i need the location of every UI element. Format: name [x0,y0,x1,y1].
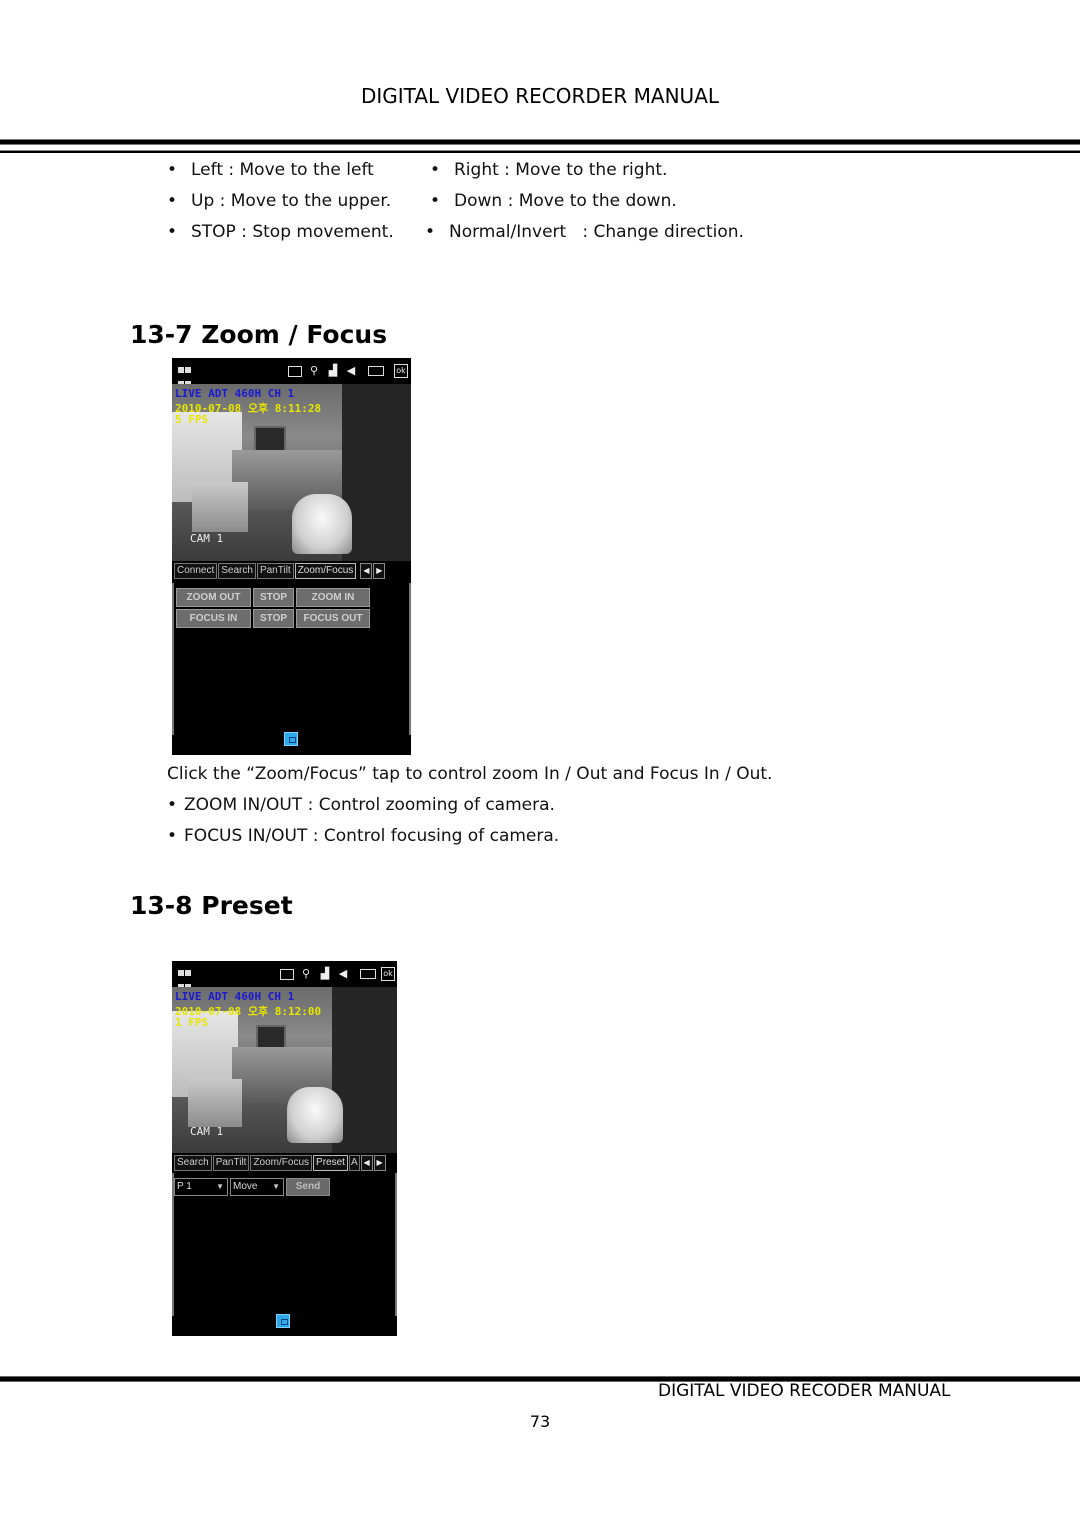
overlay-live-label: LIVE ADT 460H CH 1 [175,387,295,400]
video-box [192,482,248,532]
tab-scroll-left-icon[interactable]: ◀ [360,1155,373,1171]
frame-edge-right [409,583,411,735]
zoom-focus-screenshot: ⚲ ▟ ◀ ok LIVE ADT 460H CH 1 2010-07-08 오… [172,358,411,755]
camera-video-feed: LIVE ADT 460H CH 1 2010-07-08 오후 8:12:00… [172,987,397,1153]
header-rule-thin [0,150,1080,153]
preset-screenshot: ⚲ ▟ ◀ ok LIVE ADT 460H CH 1 2010-07-08 오… [172,961,397,1336]
bullet-down: • Down : Move to the down. [430,191,677,211]
bullet-text: Left : Move to the left [191,160,374,180]
bullet-glyph: • [167,191,178,211]
focus-bullet: • FOCUS IN/OUT : Control focusing of came… [167,826,559,846]
send-button[interactable]: Send [286,1178,330,1196]
frame-edge-right [395,1173,397,1316]
status-bar: ⚲ ▟ ◀ ok [172,961,397,990]
status-bar: ⚲ ▟ ◀ ok [172,358,411,387]
windows-start-icon [178,364,192,387]
focus-stop-button[interactable]: STOP [253,609,294,628]
tab-bar: Search PanTilt Zoom/Focus Preset A ◀ ▶ [172,1153,397,1173]
bullet-glyph: • [430,191,441,211]
overlay-live-label: LIVE ADT 460H CH 1 [175,990,295,1003]
bullet-right: • Right : Move to the right. [430,160,667,180]
preset-number-value: P 1 [177,1181,192,1192]
bullet-glyph: • [167,826,178,846]
preset-action-select[interactable]: Move ▼ [230,1178,284,1196]
bullet-glyph: • [167,160,178,180]
bullet-glyph: • [167,222,178,242]
overlay-fps: 5 FPS [175,413,209,426]
bullet-text: Up : Move to the upper. [191,191,392,211]
bullet-up: • Up : Move to the upper. [167,191,391,211]
chevron-down-icon: ▼ [272,1182,280,1191]
tab-connect[interactable]: Connect [174,563,218,579]
bullet-text: FOCUS IN/OUT : Control focusing of camer… [184,826,560,846]
tab-bar: Connect Search PanTilt Zoom/Focus ◀ ▶ [172,561,411,581]
manual-header-title: DIGITAL VIDEO RECORDER MANUAL [360,84,720,108]
tab-zoom-focus[interactable]: Zoom/Focus [250,1155,313,1171]
message-icon [280,969,294,980]
section-heading-zoom-focus: 13-7 Zoom / Focus [130,320,388,349]
volume-icon: ◀ [338,967,348,980]
battery-icon [368,366,384,376]
tab-search[interactable]: Search [174,1155,212,1171]
tab-preset[interactable]: Preset [313,1155,348,1171]
frame-edge-left [172,1173,174,1316]
preset-action-value: Move [233,1181,258,1192]
zoom-focus-controls: ZOOM OUT STOP ZOOM IN FOCUS IN STOP FOCU… [176,588,370,628]
focus-in-button[interactable]: FOCUS IN [176,609,251,628]
tab-pantilt[interactable]: PanTilt [256,563,294,579]
video-shelf-dark [342,384,411,561]
frame-edge-left [172,583,174,735]
bullet-text: Right : Move to the right. [454,160,668,180]
bullet-glyph: • [430,160,441,180]
preset-number-select[interactable]: P 1 ▼ [174,1178,228,1196]
bullet-text: Down : Move to the down. [454,191,677,211]
keyboard-icon[interactable] [284,732,298,746]
bullet-glyph: • [425,222,436,242]
signal-icon: ▟ [320,967,330,980]
bullet-normal-invert: • Normal/Invert : Change direction. [425,222,744,242]
keyboard-icon[interactable] [276,1314,290,1328]
bullet-left: • Left : Move to the left [167,160,374,180]
page-number: 73 [529,1412,551,1431]
message-icon [288,366,302,377]
zoom-stop-button[interactable]: STOP [253,588,294,607]
bullet-glyph: • [167,795,178,815]
tab-truncated[interactable]: A [348,1155,360,1171]
video-box [188,1079,242,1127]
video-chair [292,494,352,554]
bullet-text: ZOOM IN/OUT : Control zooming of camera. [184,795,555,815]
tab-zoom-focus[interactable]: Zoom/Focus [294,563,357,579]
signal-icon: ▟ [328,364,338,377]
footer-title: DIGITAL VIDEO RECODER MANUAL [658,1381,951,1401]
tab-scroll-right-icon[interactable]: ▶ [373,563,386,579]
tab-scroll-left-icon[interactable]: ◀ [360,563,373,579]
ok-icon[interactable]: ok [394,364,408,378]
chevron-down-icon: ▼ [216,1182,224,1191]
connectivity-icon: ⚲ [301,967,311,980]
zoom-in-button[interactable]: ZOOM IN [296,588,370,607]
tab-scroll-right-icon[interactable]: ▶ [373,1155,386,1171]
ok-icon[interactable]: ok [381,967,395,981]
video-chair [287,1087,343,1143]
header-rule-thick [0,139,1080,145]
bullet-text: STOP : Stop movement. [191,222,394,242]
section-heading-preset: 13-8 Preset [130,891,293,920]
volume-icon: ◀ [346,364,356,377]
tab-pantilt[interactable]: PanTilt [212,1155,250,1171]
camera-video-feed: LIVE ADT 460H CH 1 2010-07-08 오후 8:11:28… [172,384,411,561]
bullet-stop: • STOP : Stop movement. [167,222,394,242]
focus-out-button[interactable]: FOCUS OUT [296,609,370,628]
connectivity-icon: ⚲ [309,364,319,377]
zoom-focus-description: Click the “Zoom/Focus” tap to control zo… [167,764,773,784]
bullet-text: Normal/Invert : Change direction. [449,222,744,242]
overlay-cam-label: CAM 1 [190,1125,224,1138]
overlay-cam-label: CAM 1 [190,532,224,545]
zoom-out-button[interactable]: ZOOM OUT [176,588,251,607]
overlay-fps: 1 FPS [175,1016,209,1029]
tab-search[interactable]: Search [218,563,256,579]
windows-start-icon [178,967,192,990]
zoom-bullet: • ZOOM IN/OUT : Control zooming of camera… [167,795,555,815]
battery-icon [360,969,376,979]
